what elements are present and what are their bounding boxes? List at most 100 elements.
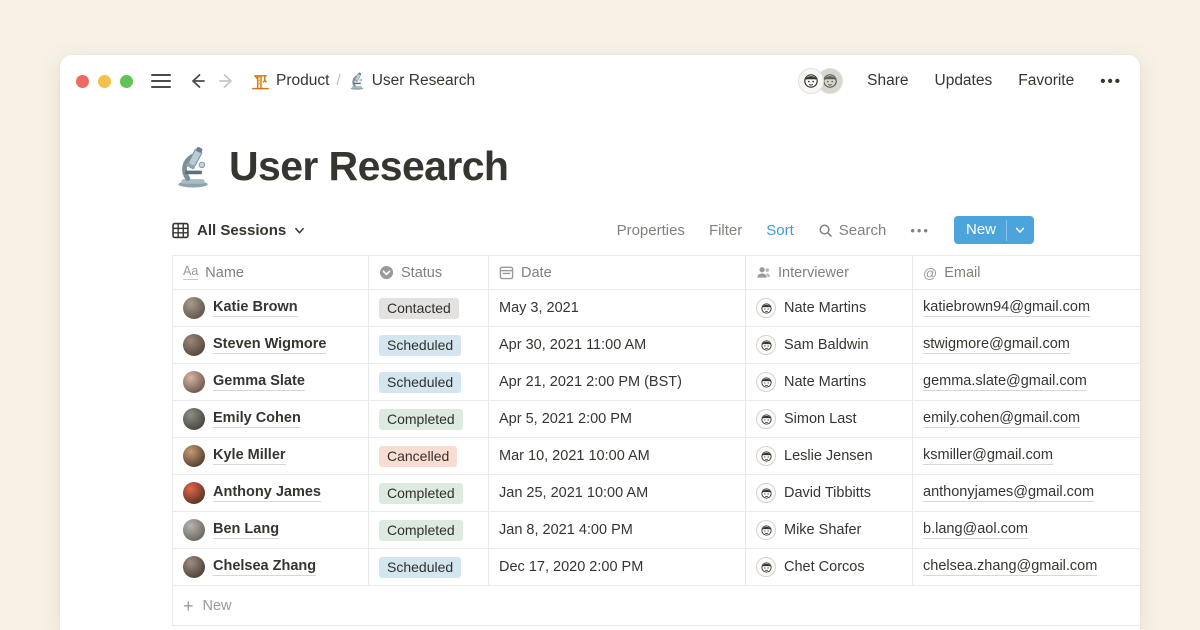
email-cell[interactable]: anthonyjames@gmail.com (913, 475, 1140, 511)
status-cell[interactable]: Cancelled (369, 438, 489, 474)
page-title: User Research (229, 143, 508, 190)
breadcrumb-item-product[interactable]: Product (251, 72, 329, 91)
back-arrow-icon[interactable] (187, 71, 207, 91)
interviewer-cell[interactable]: Leslie Jensen (746, 438, 913, 474)
interviewer-name: Sam Baldwin (784, 337, 869, 353)
properties-button[interactable]: Properties (617, 222, 685, 239)
email-cell[interactable]: katiebrown94@gmail.com (913, 290, 1140, 326)
email-cell[interactable]: emily.cohen@gmail.com (913, 401, 1140, 437)
name-cell[interactable]: Steven Wigmore (173, 327, 369, 363)
status-cell[interactable]: Scheduled (369, 327, 489, 363)
email-link[interactable]: emily.cohen@gmail.com (923, 410, 1080, 428)
email-link[interactable]: b.lang@aol.com (923, 521, 1028, 539)
select-property-icon (379, 265, 394, 280)
new-button-chevron[interactable] (1006, 220, 1034, 241)
date-cell[interactable]: Jan 8, 2021 4:00 PM (489, 512, 746, 548)
interviewer-cell[interactable]: Sam Baldwin (746, 327, 913, 363)
date-cell[interactable]: Apr 21, 2021 2:00 PM (BST) (489, 364, 746, 400)
breadcrumb-separator: / (336, 72, 340, 90)
column-header-status[interactable]: Status (369, 256, 489, 289)
interviewer-cell[interactable]: Nate Martins (746, 364, 913, 400)
email-link[interactable]: chelsea.zhang@gmail.com (923, 558, 1097, 576)
search-button[interactable]: Search (818, 222, 887, 239)
participant-name-link[interactable]: Katie Brown (213, 299, 298, 317)
nav-actions: Share Updates Favorite ••• (798, 68, 1122, 94)
interviewer-cell[interactable]: David Tibbitts (746, 475, 913, 511)
share-button[interactable]: Share (867, 72, 908, 90)
name-cell[interactable]: Chelsea Zhang (173, 549, 369, 585)
interviewer-cell[interactable]: Mike Shafer (746, 512, 913, 548)
status-cell[interactable]: Completed (369, 512, 489, 548)
new-button-label: New (954, 216, 1006, 244)
updates-button[interactable]: Updates (935, 72, 993, 90)
column-header-name[interactable]: Aa Name (173, 256, 369, 289)
forward-arrow-icon[interactable] (217, 71, 237, 91)
status-cell[interactable]: Completed (369, 401, 489, 437)
view-switcher[interactable]: All Sessions (172, 222, 305, 239)
email-cell[interactable]: chelsea.zhang@gmail.com (913, 549, 1140, 585)
new-row-button[interactable]: + New (173, 586, 1140, 626)
interviewer-cell[interactable]: Nate Martins (746, 290, 913, 326)
date-cell[interactable]: Dec 17, 2020 2:00 PM (489, 549, 746, 585)
name-cell[interactable]: Gemma Slate (173, 364, 369, 400)
zoom-window-button[interactable] (120, 75, 133, 88)
interviewer-avatar (756, 409, 776, 429)
column-header-interviewer[interactable]: Interviewer (746, 256, 913, 289)
interviewer-cell[interactable]: Simon Last (746, 401, 913, 437)
status-cell[interactable]: Contacted (369, 290, 489, 326)
new-button[interactable]: New (954, 216, 1034, 244)
sidebar-menu-icon[interactable] (151, 74, 171, 89)
email-cell[interactable]: b.lang@aol.com (913, 512, 1140, 548)
participant-name-link[interactable]: Anthony James (213, 484, 321, 502)
participant-name-link[interactable]: Steven Wigmore (213, 336, 326, 354)
date-cell[interactable]: May 3, 2021 (489, 290, 746, 326)
participant-name-link[interactable]: Chelsea Zhang (213, 558, 316, 576)
column-header-date[interactable]: Date (489, 256, 746, 289)
microscope-icon (348, 72, 366, 90)
participant-name-link[interactable]: Ben Lang (213, 521, 279, 539)
email-cell[interactable]: ksmiller@gmail.com (913, 438, 1140, 474)
date-value: Jan 8, 2021 4:00 PM (499, 522, 633, 538)
participant-name-link[interactable]: Kyle Miller (213, 447, 286, 465)
participant-name-link[interactable]: Gemma Slate (213, 373, 305, 391)
interviewer-cell[interactable]: Chet Corcos (746, 549, 913, 585)
name-cell[interactable]: Emily Cohen (173, 401, 369, 437)
status-cell[interactable]: Scheduled (369, 549, 489, 585)
crane-icon (251, 72, 270, 91)
interviewer-avatar (756, 298, 776, 318)
date-cell[interactable]: Apr 30, 2021 11:00 AM (489, 327, 746, 363)
filter-button[interactable]: Filter (709, 222, 742, 239)
date-cell[interactable]: Mar 10, 2021 10:00 AM (489, 438, 746, 474)
email-link[interactable]: ksmiller@gmail.com (923, 447, 1053, 465)
date-value: Apr 5, 2021 2:00 PM (499, 411, 632, 427)
email-cell[interactable]: stwigmore@gmail.com (913, 327, 1140, 363)
table-row: Steven Wigmore Scheduled Apr 30, 2021 11… (173, 327, 1140, 364)
name-cell[interactable]: Anthony James (173, 475, 369, 511)
collaborator-avatar[interactable] (798, 68, 824, 94)
breadcrumb-label: User Research (372, 72, 475, 90)
date-cell[interactable]: Apr 5, 2021 2:00 PM (489, 401, 746, 437)
favorite-button[interactable]: Favorite (1018, 72, 1074, 90)
status-cell[interactable]: Scheduled (369, 364, 489, 400)
view-more-icon[interactable]: ••• (910, 223, 930, 238)
email-cell[interactable]: gemma.slate@gmail.com (913, 364, 1140, 400)
name-cell[interactable]: Ben Lang (173, 512, 369, 548)
date-cell[interactable]: Jan 25, 2021 10:00 AM (489, 475, 746, 511)
close-window-button[interactable] (76, 75, 89, 88)
sort-button[interactable]: Sort (766, 222, 794, 239)
breadcrumb-item-user-research[interactable]: User Research (348, 72, 475, 90)
status-badge: Completed (379, 483, 463, 504)
column-header-email[interactable]: @ Email (913, 256, 1140, 289)
email-link[interactable]: gemma.slate@gmail.com (923, 373, 1087, 391)
interviewer-name: Mike Shafer (784, 522, 861, 538)
more-options-icon[interactable]: ••• (1100, 73, 1122, 90)
participant-name-link[interactable]: Emily Cohen (213, 410, 301, 428)
email-link[interactable]: stwigmore@gmail.com (923, 336, 1070, 354)
minimize-window-button[interactable] (98, 75, 111, 88)
email-link[interactable]: anthonyjames@gmail.com (923, 484, 1094, 502)
status-cell[interactable]: Completed (369, 475, 489, 511)
date-value: May 3, 2021 (499, 300, 579, 316)
email-link[interactable]: katiebrown94@gmail.com (923, 299, 1090, 317)
name-cell[interactable]: Kyle Miller (173, 438, 369, 474)
name-cell[interactable]: Katie Brown (173, 290, 369, 326)
